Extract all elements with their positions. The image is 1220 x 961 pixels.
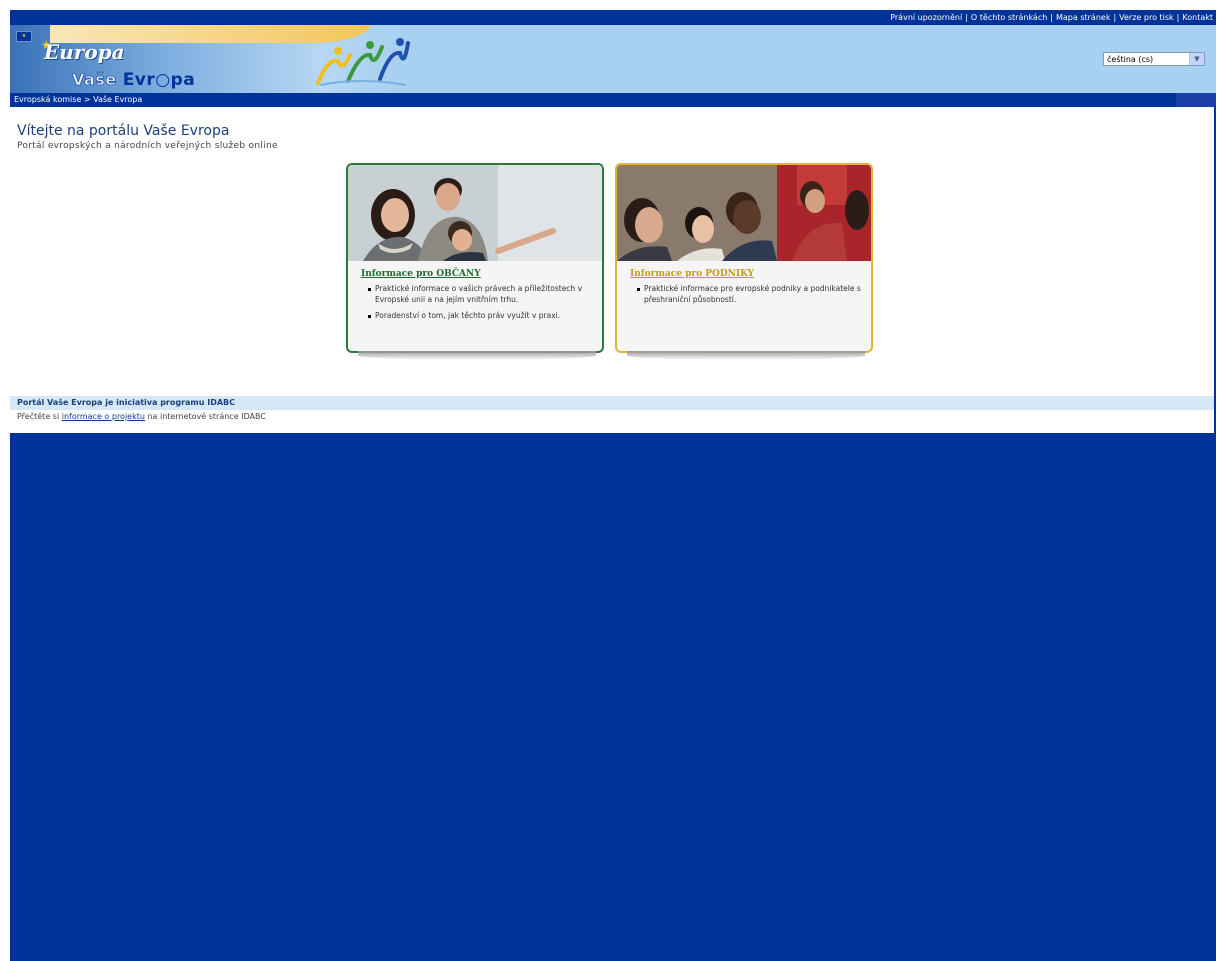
vase-evropa-logo[interactable]: Vaše Evr○pa bbox=[72, 70, 195, 90]
list-item: Poradenství o tom, jak těchto práv využí… bbox=[368, 311, 593, 322]
business-photo[interactable] bbox=[617, 165, 871, 261]
breadcrumb-root[interactable]: Evropská komise bbox=[14, 95, 81, 104]
main-content: Vítejte na portálu Vaše Evropa Portál ev… bbox=[10, 107, 1214, 433]
logo-vase-text: Vaše bbox=[72, 70, 117, 90]
util-link-sitemap[interactable]: Mapa stránek bbox=[1056, 13, 1110, 22]
page-title: Vítejte na portálu Vaše Evropa bbox=[17, 123, 230, 139]
breadcrumb-current: Vaše Evropa bbox=[93, 95, 143, 104]
breadcrumb-tail bbox=[1176, 93, 1216, 107]
footer: Portál Vaše Evropa je iniciativa program… bbox=[10, 396, 1214, 433]
footer-text: Přečtěte si informace o projektu na inte… bbox=[17, 412, 266, 421]
language-selected: čeština (cs) bbox=[1107, 55, 1154, 64]
header-banner: ★ ★ Europa Vaše Evr○pa čeština (cs) ▼ bbox=[10, 25, 1216, 93]
project-info-link[interactable]: informace o projektu bbox=[62, 412, 145, 421]
util-sep: | bbox=[1050, 13, 1053, 22]
language-select[interactable]: čeština (cs) ▼ bbox=[1103, 52, 1205, 66]
citizens-photo[interactable] bbox=[348, 165, 602, 261]
citizens-card[interactable]: Informace pro OBČANY Praktické informace… bbox=[346, 163, 604, 360]
util-link-contact[interactable]: Kontakt bbox=[1182, 13, 1216, 22]
citizens-title-link[interactable]: Informace pro OBČANY bbox=[361, 269, 481, 279]
logo-evropa-text: Evr○pa bbox=[122, 70, 196, 90]
page-subtitle: Portál evropských a národních veřejných … bbox=[17, 141, 278, 151]
people-figures-icon bbox=[316, 38, 410, 86]
footer-text-before: Přečtěte si bbox=[17, 412, 60, 421]
util-link-about[interactable]: O těchto stránkách bbox=[971, 13, 1047, 22]
footer-title: Portál Vaše Evropa je iniciativa program… bbox=[10, 396, 1214, 410]
citizens-bullets: Praktické informace o vašich právech a p… bbox=[368, 284, 593, 328]
list-item: Praktické informace pro evropské podniky… bbox=[637, 284, 862, 305]
util-sep: | bbox=[1113, 13, 1117, 22]
card-shadow bbox=[358, 351, 596, 360]
chevron-down-icon[interactable]: ▼ bbox=[1189, 53, 1204, 65]
footer-text-after: na internetové stránce IDABC bbox=[147, 412, 266, 421]
card-shadow bbox=[627, 351, 865, 360]
list-item: Praktické informace o vašich právech a p… bbox=[368, 284, 593, 305]
util-link-legal[interactable]: Právní upozornění bbox=[890, 13, 962, 22]
eu-flag-icon: ★ bbox=[16, 31, 32, 42]
util-link-print[interactable]: Verze pro tisk bbox=[1119, 13, 1174, 22]
util-sep: | bbox=[965, 13, 968, 22]
business-title-link[interactable]: Informace pro PODNIKY bbox=[630, 269, 754, 279]
business-bullets: Praktické informace pro evropské podniky… bbox=[637, 284, 862, 311]
europa-logo[interactable]: Europa bbox=[44, 40, 125, 64]
business-card[interactable]: Informace pro PODNIKY Praktické informac… bbox=[615, 163, 873, 360]
page-frame: Právní upozornění | O těchto stránkách | Map… bbox=[10, 10, 1216, 961]
breadcrumb-sep: > bbox=[83, 95, 91, 104]
breadcrumb: Evropská komise > Vaše Evropa bbox=[10, 93, 1216, 107]
utility-nav: Právní upozornění | O těchto stránkách | Map… bbox=[10, 10, 1216, 25]
